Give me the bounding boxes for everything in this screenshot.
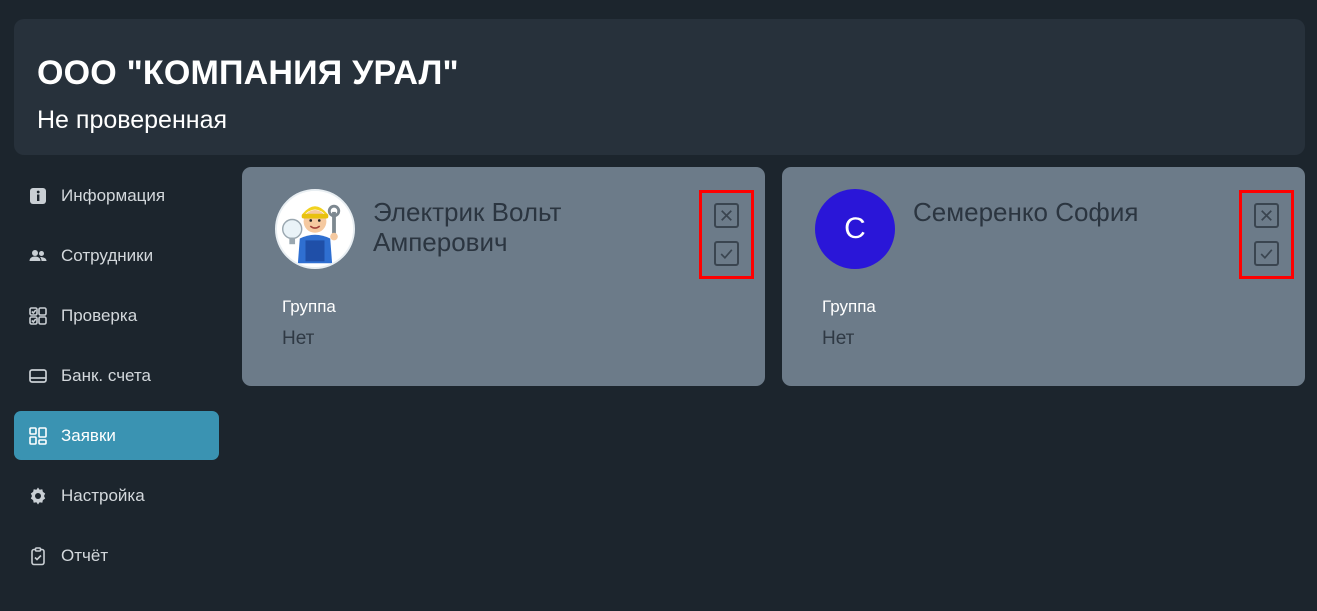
sidebar-item-info[interactable]: Информация bbox=[14, 171, 219, 220]
people-icon bbox=[28, 246, 48, 266]
person-name: Семеренко София bbox=[913, 197, 1139, 227]
approve-button[interactable] bbox=[714, 240, 739, 266]
group-value: Нет bbox=[822, 328, 855, 349]
clipboard-icon bbox=[28, 546, 48, 566]
sidebar-item-check[interactable]: Проверка bbox=[14, 291, 219, 340]
check-icon bbox=[1260, 248, 1273, 259]
approve-button[interactable] bbox=[1254, 240, 1279, 266]
sidebar-item-label: Информация bbox=[61, 185, 166, 205]
company-status: Не проверенная bbox=[37, 106, 228, 134]
electrician-avatar bbox=[277, 191, 353, 267]
info-icon bbox=[28, 186, 48, 206]
sidebar-item-employees[interactable]: Сотрудники bbox=[14, 231, 219, 280]
company-header: ООО "КОМПАНИЯ УРАЛ" Не проверенная bbox=[14, 19, 1305, 155]
avatar bbox=[275, 189, 355, 269]
sidebar-item-label: Отчёт bbox=[61, 545, 109, 565]
company-name: ООО "КОМПАНИЯ УРАЛ" bbox=[37, 54, 459, 92]
sidebar-nav: Информация Сотрудники Проверка Банк. сче… bbox=[14, 171, 219, 591]
sidebar-item-bank-accounts[interactable]: Банк. счета bbox=[14, 351, 219, 400]
sidebar-item-label: Сотрудники bbox=[61, 245, 154, 265]
card-icon bbox=[28, 366, 48, 386]
close-icon bbox=[1261, 210, 1272, 222]
sidebar-item-settings[interactable]: Настройка bbox=[14, 471, 219, 520]
avatar: С bbox=[815, 189, 895, 269]
request-card: Электрик Вольт Амперович Группа Нет bbox=[242, 167, 765, 386]
group-label: Группа bbox=[282, 297, 336, 316]
sidebar-item-label: Настройка bbox=[61, 485, 145, 505]
request-actions bbox=[1239, 190, 1294, 279]
checklist-icon bbox=[28, 306, 48, 326]
sidebar-item-label: Заявки bbox=[61, 425, 116, 445]
check-icon bbox=[720, 248, 733, 259]
person-name: Электрик Вольт Амперович bbox=[373, 197, 562, 257]
reject-button[interactable] bbox=[1254, 203, 1279, 229]
dashboard-icon bbox=[28, 426, 48, 446]
reject-button[interactable] bbox=[714, 203, 739, 229]
group-value: Нет bbox=[282, 328, 315, 349]
sidebar-item-label: Проверка bbox=[61, 305, 138, 325]
group-label: Группа bbox=[822, 297, 876, 316]
gear-icon bbox=[28, 486, 48, 506]
sidebar-item-requests[interactable]: Заявки bbox=[14, 411, 219, 460]
request-card: С Семеренко София Группа Нет bbox=[782, 167, 1305, 386]
close-icon bbox=[721, 210, 732, 222]
sidebar-item-label: Банк. счета bbox=[61, 365, 151, 385]
request-actions bbox=[699, 190, 754, 279]
sidebar-item-report[interactable]: Отчёт bbox=[14, 531, 219, 580]
